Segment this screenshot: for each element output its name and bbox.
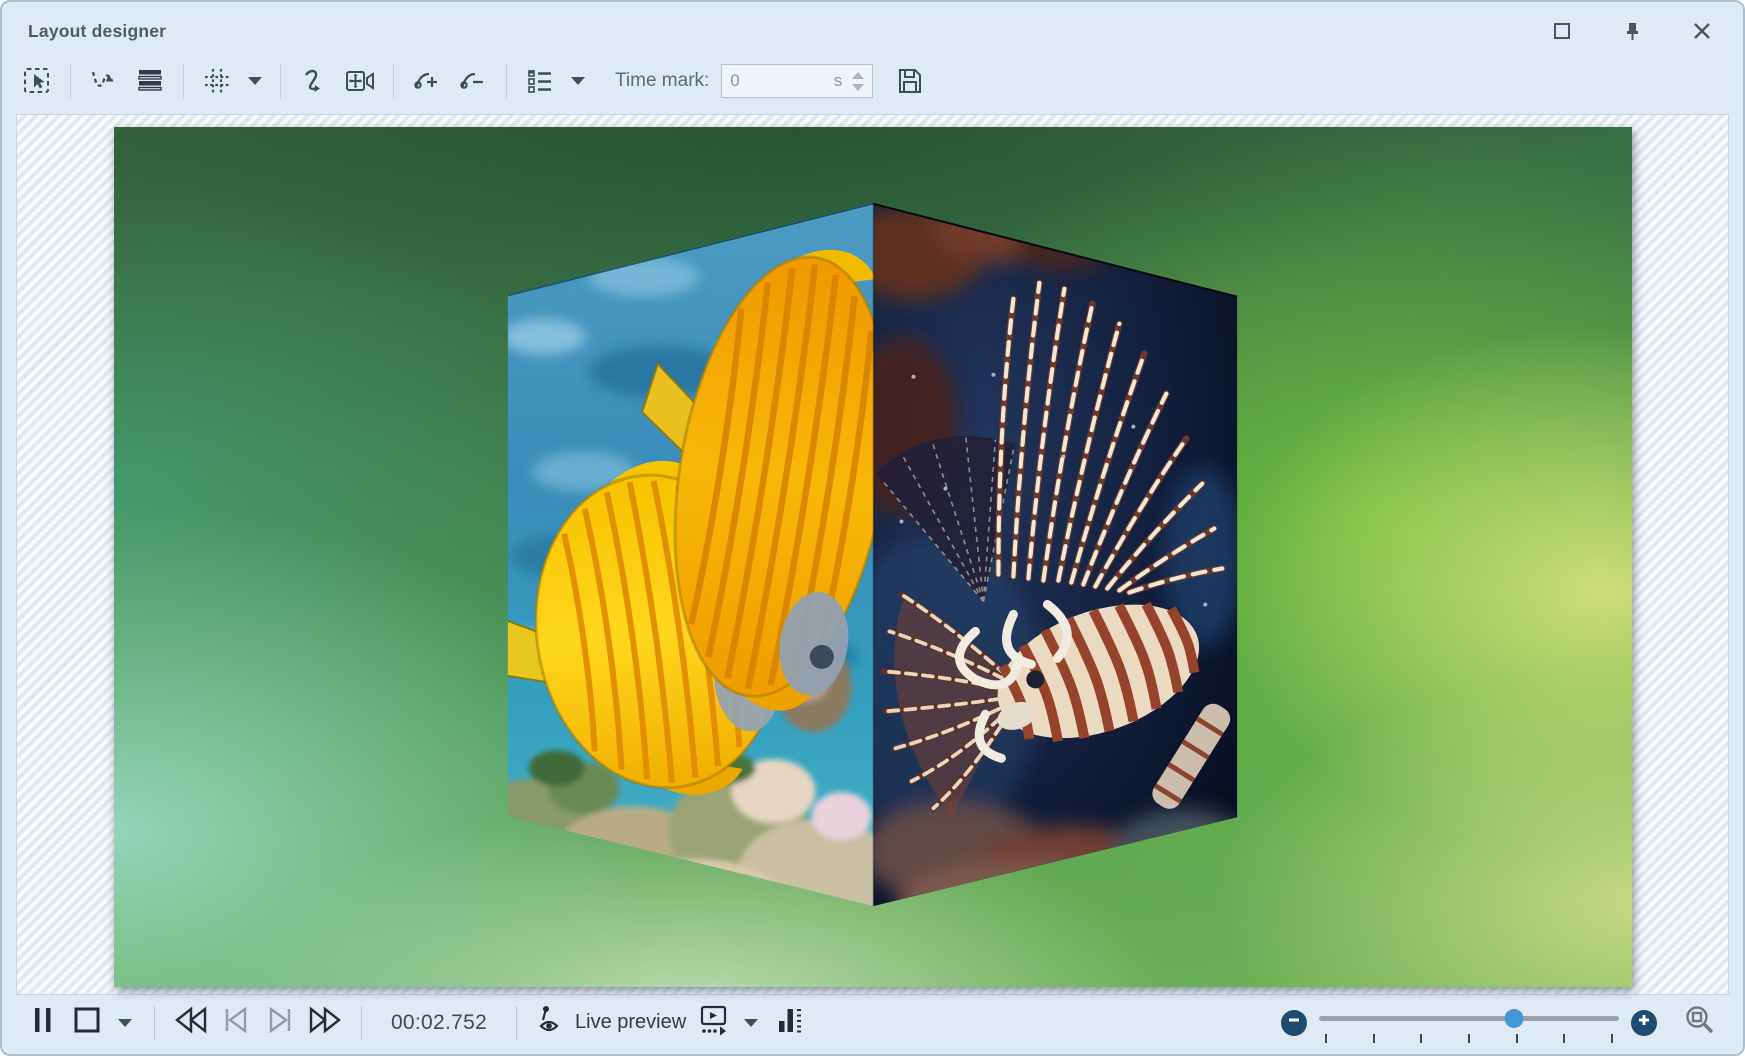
performance-stats-button[interactable]: [772, 1004, 806, 1042]
toolbar-separator: [506, 63, 507, 99]
pause-icon: [30, 1005, 56, 1040]
zoom-slider[interactable]: [1319, 1004, 1619, 1042]
spinner-down-icon[interactable]: [852, 84, 864, 91]
playback-separator: [361, 1006, 362, 1040]
playback-separator: [516, 1006, 517, 1040]
time-mark-group: Time mark: s: [615, 62, 929, 100]
zoom-tick: [1516, 1034, 1518, 1043]
zoom-in-icon: [1637, 1013, 1651, 1032]
toolbar-separator: [70, 63, 71, 99]
stop-button[interactable]: [70, 1004, 104, 1042]
pin-button[interactable]: [1621, 20, 1643, 42]
zoom-cluster: [1281, 1004, 1717, 1042]
save-layout-button[interactable]: [891, 62, 929, 100]
skip-to-start-icon: [221, 1005, 251, 1040]
pause-button[interactable]: [26, 1004, 60, 1042]
zoom-tick: [1563, 1034, 1565, 1043]
toolbar-separator: [280, 63, 281, 99]
grid-dropdown[interactable]: [248, 77, 262, 85]
playback-bar: 00:02.752 Live preview: [2, 995, 1743, 1054]
curve-minus-icon: [458, 66, 488, 96]
rewind-button[interactable]: [173, 1004, 209, 1042]
stop-options-dropdown[interactable]: [118, 1019, 132, 1027]
motion-path-button[interactable]: [85, 62, 123, 100]
window-controls: [1551, 20, 1713, 42]
camera-pan-button[interactable]: [341, 62, 379, 100]
time-mark-unit: s: [834, 71, 843, 91]
dashed-curve-icon: [89, 66, 119, 96]
stop-icon: [72, 1005, 102, 1040]
zoom-in-button[interactable]: [1631, 1010, 1657, 1036]
grid-button[interactable]: [198, 62, 236, 100]
zoom-tick: [1611, 1034, 1613, 1043]
performance-stats-icon: [774, 1005, 804, 1040]
zoom-slider-thumb[interactable]: [1505, 1009, 1524, 1028]
skip-to-end-icon: [265, 1005, 295, 1040]
play-in-window-button[interactable]: [696, 1004, 730, 1042]
object-list-dropdown[interactable]: [571, 77, 585, 85]
spinner-up-icon[interactable]: [852, 72, 864, 79]
close-icon: [1693, 22, 1711, 40]
select-tool-button[interactable]: [18, 62, 56, 100]
time-mark-label: Time mark:: [615, 70, 709, 92]
toolbar: Time mark: s: [2, 52, 1743, 114]
close-button[interactable]: [1691, 20, 1713, 42]
playback-separator: [154, 1006, 155, 1040]
zoom-slider-ticks: [1325, 1034, 1613, 1043]
playback-time-display: 00:02.752: [380, 1011, 498, 1035]
skip-to-start-button[interactable]: [219, 1004, 253, 1042]
arrange-layers-button[interactable]: [131, 62, 169, 100]
maximize-icon: [1553, 22, 1571, 40]
zoom-out-button[interactable]: [1281, 1010, 1307, 1036]
list-icon: [525, 66, 555, 96]
live-preview-label: Live preview: [575, 1011, 686, 1034]
cube-object[interactable]: [114, 127, 1632, 987]
rewind-icon: [173, 1005, 209, 1040]
toolbar-separator: [393, 63, 394, 99]
time-mark-spinner: [850, 70, 866, 93]
zoom-fit-button[interactable]: [1683, 1004, 1717, 1042]
live-preview-eye-icon: [535, 1004, 565, 1041]
live-preview-toggle[interactable]: Live preview: [535, 1004, 686, 1041]
layout-designer-window: Layout designer: [0, 0, 1745, 1056]
time-mark-box: s: [721, 64, 873, 98]
stage-preview[interactable]: [114, 127, 1632, 987]
zoom-tick: [1373, 1034, 1375, 1043]
zoom-tick: [1468, 1034, 1470, 1043]
time-mark-input[interactable]: [730, 71, 834, 91]
fast-forward-icon: [307, 1005, 343, 1040]
grid-icon: [202, 66, 232, 96]
zoom-fit-magnifier-icon: [1684, 1004, 1716, 1041]
toolbar-separator: [183, 63, 184, 99]
play-in-window-icon: [696, 1004, 730, 1041]
stacked-bars-icon: [135, 66, 165, 96]
zoom-slider-track[interactable]: [1319, 1016, 1619, 1021]
cube-right-face-lionfish: [824, 191, 1254, 941]
marquee-cursor-icon: [22, 66, 52, 96]
zoom-tick: [1325, 1034, 1327, 1043]
pin-icon: [1622, 21, 1642, 41]
titlebar: Layout designer: [2, 2, 1743, 52]
curve-plus-icon: [412, 66, 442, 96]
add-curve-point-button[interactable]: [408, 62, 446, 100]
zoom-out-icon: [1287, 1013, 1301, 1032]
object-list-button[interactable]: [521, 62, 559, 100]
maximize-button[interactable]: [1551, 20, 1573, 42]
window-title: Layout designer: [28, 21, 166, 42]
fast-forward-button[interactable]: [307, 1004, 343, 1042]
cube-left-face-butterflyfish: [462, 197, 919, 943]
move-box-camera-icon: [344, 66, 376, 96]
smooth-curve-button[interactable]: [295, 62, 333, 100]
zoom-tick: [1420, 1034, 1422, 1043]
remove-curve-point-button[interactable]: [454, 62, 492, 100]
s-curve-arrow-icon: [299, 66, 329, 96]
floppy-disk-icon: [895, 66, 925, 96]
layout-canvas: [16, 114, 1729, 995]
skip-to-end-button[interactable]: [263, 1004, 297, 1042]
play-options-dropdown[interactable]: [744, 1019, 758, 1027]
